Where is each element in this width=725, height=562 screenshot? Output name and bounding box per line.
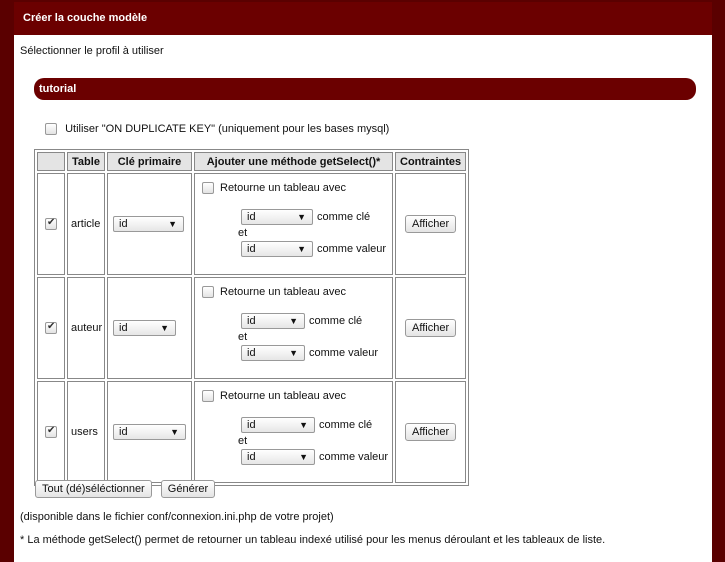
table-name: users [67, 381, 105, 483]
chevron-down-icon: ▼ [297, 244, 306, 254]
table-name: article [67, 173, 105, 275]
key-label: comme clé [319, 419, 373, 431]
header-constraints: Contraintes [395, 152, 467, 171]
key-column-select[interactable]: id ▼ [241, 209, 313, 225]
key-column-select[interactable]: id ▼ [241, 417, 315, 433]
value-column-select[interactable]: id ▼ [241, 449, 315, 465]
model-layer-window: Créer la couche modèle Sélectionner le p… [13, 2, 713, 562]
value-column-select[interactable]: id ▼ [241, 345, 305, 361]
show-constraints-button[interactable]: Afficher [405, 215, 457, 233]
profile-selector[interactable]: tutorial [34, 78, 696, 100]
getselect-checkbox[interactable] [202, 390, 214, 403]
table-row: auteur id▼ Retourne un tableau avec id▼ c… [37, 277, 467, 379]
getselect-label: Retourne un tableau avec [220, 390, 346, 403]
tables-grid: Table Clé primaire Ajouter une méthode g… [34, 149, 470, 486]
chevron-down-icon: ▼ [299, 452, 308, 462]
duplicate-key-option: Utiliser "ON DUPLICATE KEY" (uniquement … [45, 123, 390, 136]
table-header-row: Table Clé primaire Ajouter une méthode g… [37, 152, 467, 171]
chevron-down-icon: ▼ [299, 420, 308, 430]
form-actions: Tout (dé)séléctionner Générer [35, 480, 221, 498]
show-constraints-button[interactable]: Afficher [405, 423, 457, 441]
chevron-down-icon: ▼ [297, 212, 306, 222]
table-row: article id▼ Retourne un tableau avec id▼… [37, 173, 467, 275]
getselect-footnote: * La méthode getSelect() permet de retou… [20, 534, 606, 546]
primary-key-select[interactable]: id ▼ [113, 216, 184, 232]
and-label: et [238, 331, 248, 343]
chevron-down-icon: ▼ [168, 219, 177, 229]
generate-button[interactable]: Générer [160, 480, 216, 498]
duplicate-key-label: Utiliser "ON DUPLICATE KEY" (uniquement … [65, 123, 390, 136]
header-primary-key: Clé primaire [107, 152, 192, 171]
header-table: Table [67, 152, 105, 171]
primary-key-select[interactable]: id ▼ [113, 424, 186, 440]
window-title: Créer la couche modèle [14, 2, 712, 35]
show-constraints-button[interactable]: Afficher [405, 319, 457, 337]
table-name: auteur [67, 277, 105, 379]
primary-key-select[interactable]: id ▼ [113, 320, 176, 336]
getselect-checkbox[interactable] [202, 182, 214, 195]
chevron-down-icon: ▼ [289, 316, 298, 326]
header-getselect: Ajouter une méthode getSelect()* [194, 152, 393, 171]
key-label: comme clé [317, 211, 371, 223]
key-label: comme clé [309, 315, 363, 327]
chevron-down-icon: ▼ [170, 427, 179, 437]
value-label: comme valeur [317, 243, 387, 255]
profile-instruction: Sélectionner le profil à utiliser [20, 45, 164, 57]
value-label: comme valeur [319, 451, 389, 463]
key-column-select[interactable]: id ▼ [241, 313, 305, 329]
value-column-select[interactable]: id ▼ [241, 241, 313, 257]
header-select [37, 152, 65, 171]
toggle-all-button[interactable]: Tout (dé)séléctionner [35, 480, 152, 498]
availability-note: (disponible dans le fichier conf/connexi… [20, 511, 334, 523]
chevron-down-icon: ▼ [289, 348, 298, 358]
value-label: comme valeur [309, 347, 379, 359]
duplicate-key-checkbox[interactable] [45, 123, 57, 136]
chevron-down-icon: ▼ [160, 323, 169, 333]
and-label: et [238, 435, 248, 447]
getselect-label: Retourne un tableau avec [220, 286, 346, 299]
getselect-checkbox[interactable] [202, 286, 214, 299]
table-row: users id▼ Retourne un tableau avec id▼ co… [37, 381, 467, 483]
getselect-label: Retourne un tableau avec [220, 182, 346, 195]
row-select-checkbox[interactable] [45, 217, 57, 231]
row-select-checkbox[interactable] [45, 321, 57, 335]
and-label: et [238, 227, 248, 239]
row-select-checkbox[interactable] [45, 425, 57, 439]
